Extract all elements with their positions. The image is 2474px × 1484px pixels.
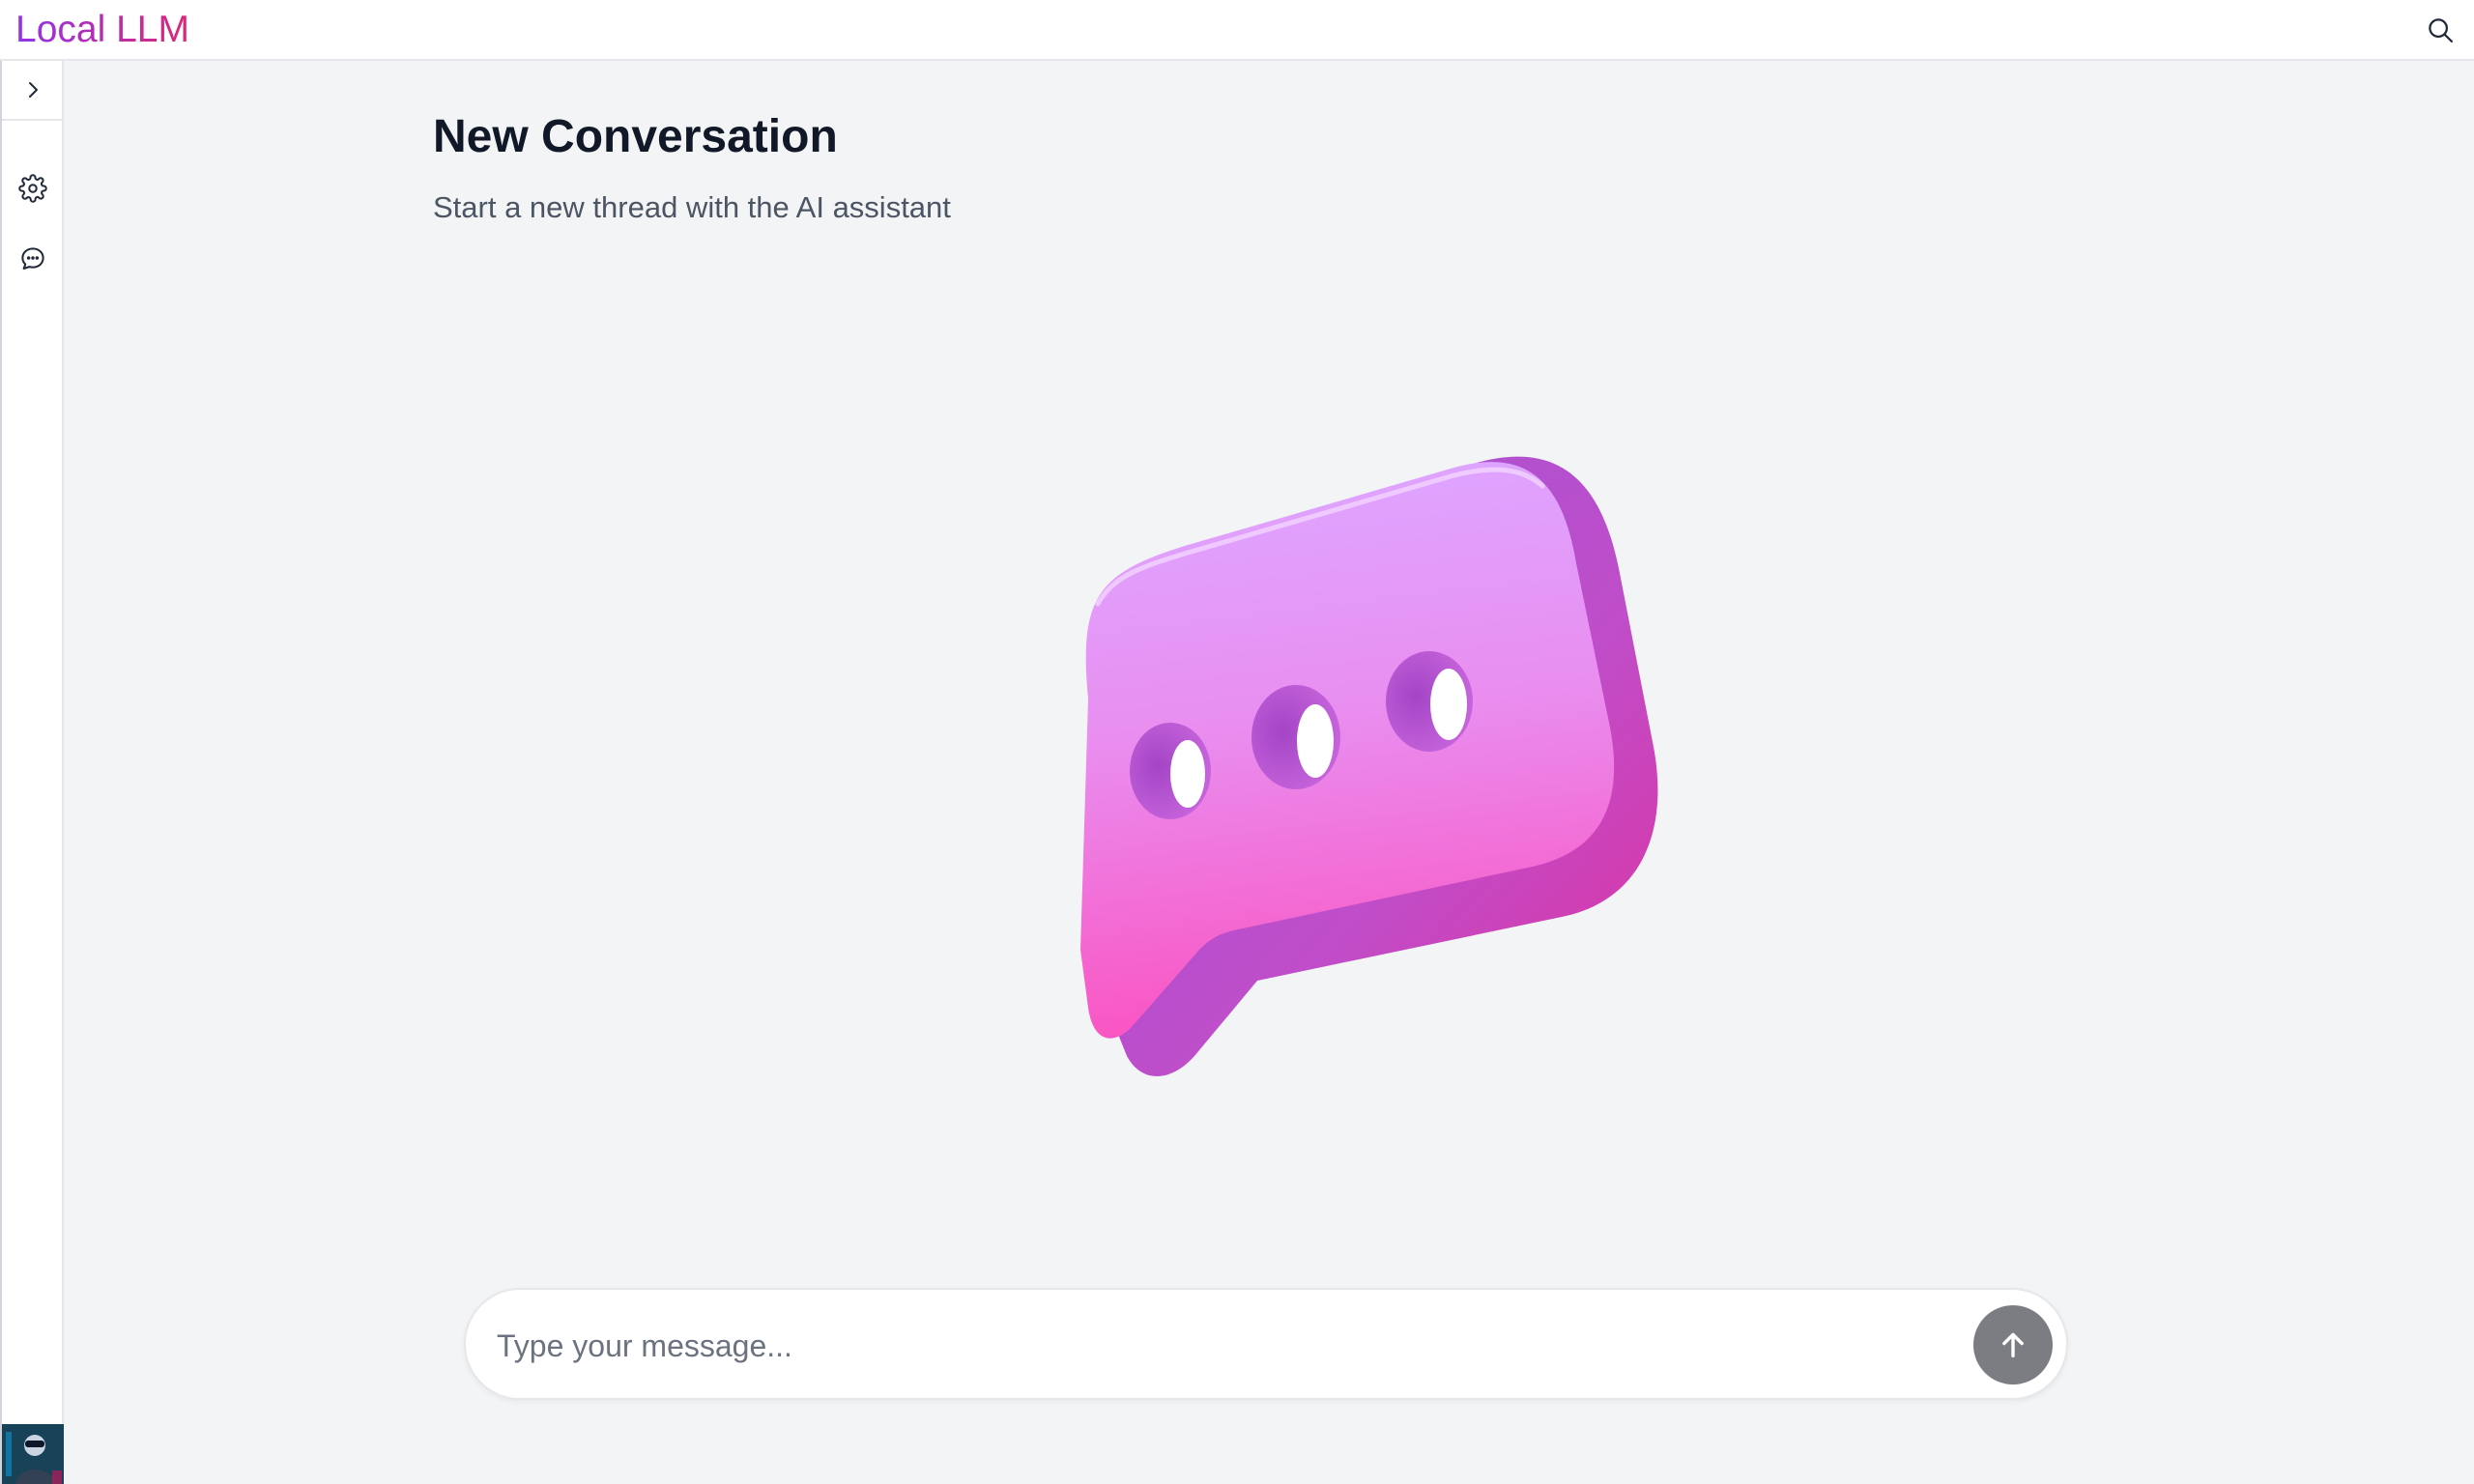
gear-icon: [18, 174, 47, 203]
message-composer: [464, 1288, 2068, 1400]
search-icon: [2429, 18, 2453, 43]
sidebar-toggle-button[interactable]: [2, 61, 64, 121]
sidebar-item-conversations[interactable]: [14, 240, 52, 278]
page-subtitle: Start a new thread with the AI assistant: [433, 190, 951, 224]
top-bar: Local LLM: [0, 0, 2474, 61]
arrow-up-icon: [2002, 1332, 2024, 1358]
main-content: New Conversation Start a new thread with…: [64, 61, 2474, 1484]
app-logo[interactable]: Local LLM: [15, 6, 189, 54]
sidebar: [0, 61, 64, 1484]
sidebar-item-settings[interactable]: [14, 169, 52, 208]
speech-bubble-illustration: [1080, 456, 1658, 1076]
chevron-right-icon: [29, 82, 38, 98]
message-input[interactable]: [495, 1317, 1867, 1375]
chat-bubble-icon: [21, 247, 44, 270]
search-button[interactable]: [2420, 10, 2460, 50]
user-avatar-image: [2, 1424, 64, 1484]
page-title: New Conversation: [433, 111, 838, 162]
send-button[interactable]: [1973, 1305, 2053, 1384]
avatar[interactable]: [2, 1424, 64, 1484]
